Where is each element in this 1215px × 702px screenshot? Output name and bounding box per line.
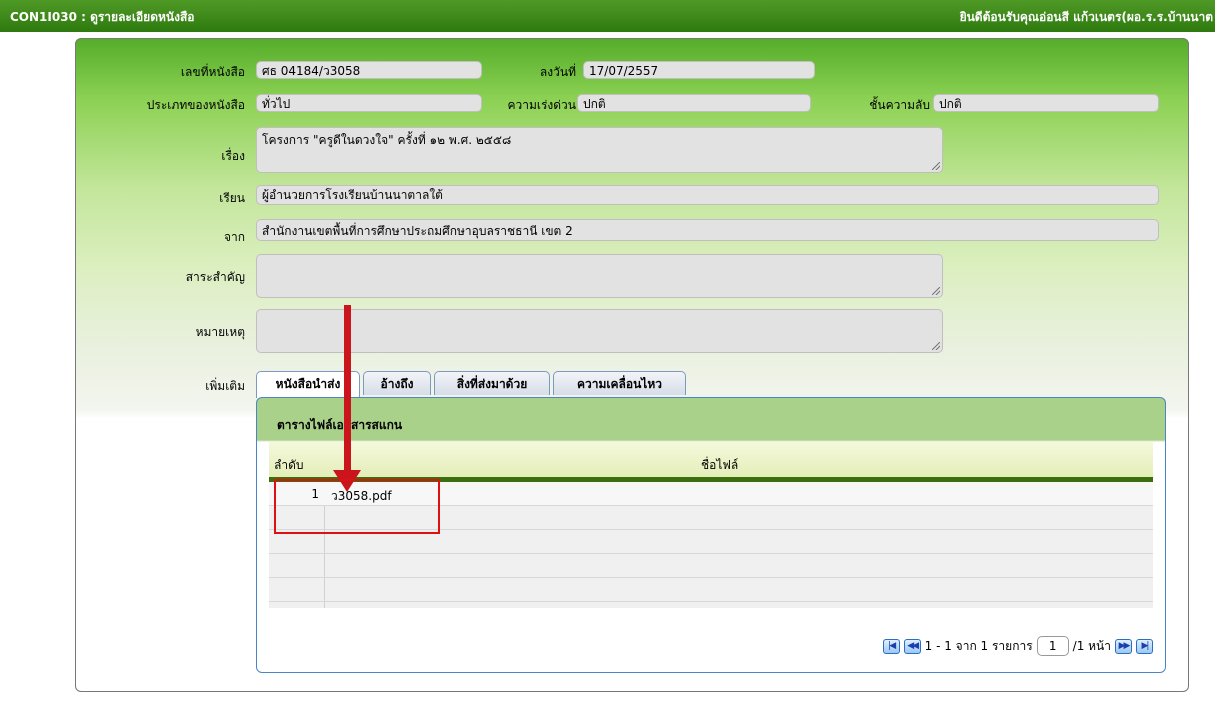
essence-label: สาระสำคัญ <box>185 270 245 284</box>
type-label: ประเภทของหนังสือ <box>146 98 245 112</box>
grid-header: ลำดับ ชื่อไฟล์ <box>269 442 1153 482</box>
doc-no-field[interactable]: ศธ 04184/ว3058 <box>256 61 482 79</box>
to-label: เรียน <box>219 191 245 205</box>
pager-range: 1 - 1 จาก 1 รายการ <box>924 638 1033 653</box>
last-page-icon[interactable]: ▶| <box>1136 638 1153 654</box>
subject-textarea[interactable]: โครงการ "ครูดีในดวงใจ" ครั้งที่ ๑๒ พ.ศ. … <box>256 127 943 173</box>
annotation-arrow-shaft <box>344 305 351 475</box>
secrecy-label: ชั้นความลับ <box>869 98 930 112</box>
tab-reference[interactable]: อ้างถึง <box>363 371 431 395</box>
urgency-label: ความเร่งด่วน <box>507 98 576 112</box>
pager-total: /1 หน้า <box>1072 638 1111 653</box>
annotation-highlight-box <box>274 479 440 534</box>
note-textarea[interactable] <box>256 309 943 353</box>
welcome-text: ยินดีต้อนรับคุณอ่อนสี แก้วเนตร(ผอ.ร.ร.บ้… <box>959 10 1213 24</box>
panel-title: ตารางไฟล์เอกสารสแกน <box>277 418 403 432</box>
doc-no-label: เลขที่หนังสือ <box>180 65 245 79</box>
tab-enclosures[interactable]: สิ่งที่ส่งมาด้วย <box>434 371 550 395</box>
table-row-empty <box>269 554 1153 578</box>
resize-grip-icon[interactable] <box>932 287 940 295</box>
from-label: จาก <box>223 230 245 244</box>
secrecy-field[interactable]: ปกติ <box>933 94 1159 112</box>
title-bar: CON1I030 : ดูรายละเอียดหนังสือ ยินดีต้อน… <box>0 0 1215 32</box>
date-field[interactable]: 17/07/2557 <box>583 61 815 79</box>
table-row-empty <box>269 578 1153 602</box>
first-page-icon[interactable]: |◀ <box>882 638 900 654</box>
page-number-input[interactable]: 1 <box>1036 636 1069 656</box>
tab-movement[interactable]: ความเคลื่อนไหว <box>553 371 686 395</box>
column-header-no[interactable]: ลำดับ <box>274 456 304 475</box>
screen-title: CON1I030 : ดูรายละเอียดหนังสือ <box>10 10 195 24</box>
to-field[interactable]: ผู้อำนวยการโรงเรียนบ้านนาตาลใต้ <box>256 185 1159 205</box>
column-header-filename[interactable]: ชื่อไฟล์ <box>701 456 738 475</box>
extra-label: เพิ่มเติม <box>205 379 245 393</box>
previous-page-icon[interactable]: ◀◀ <box>903 638 921 654</box>
urgency-field[interactable]: ปกติ <box>577 94 811 112</box>
essence-textarea[interactable] <box>256 254 943 298</box>
resize-grip-icon[interactable] <box>932 342 940 350</box>
from-field[interactable]: สำนักงานเขตพื้นที่การศึกษาประถมศึกษาอุบล… <box>256 219 1159 241</box>
scanned-files-panel: ตารางไฟล์เอกสารสแกน ลำดับ ชื่อไฟล์ 1 ว30… <box>256 397 1166 673</box>
next-page-icon[interactable]: ▶▶ <box>1115 638 1132 654</box>
type-field[interactable]: ทั่วไป <box>256 94 482 112</box>
date-label: ลงวันที่ <box>539 65 576 79</box>
pager: |◀ ◀◀ 1 - 1 จาก 1 รายการ 1 /1 หน้า ▶▶ ▶| <box>882 635 1153 657</box>
subject-text: โครงการ "ครูดีในดวงใจ" ครั้งที่ ๑๒ พ.ศ. … <box>262 133 512 147</box>
resize-grip-icon[interactable] <box>932 162 940 170</box>
subject-label: เรื่อง <box>221 149 245 163</box>
note-label: หมายเหตุ <box>195 325 245 339</box>
